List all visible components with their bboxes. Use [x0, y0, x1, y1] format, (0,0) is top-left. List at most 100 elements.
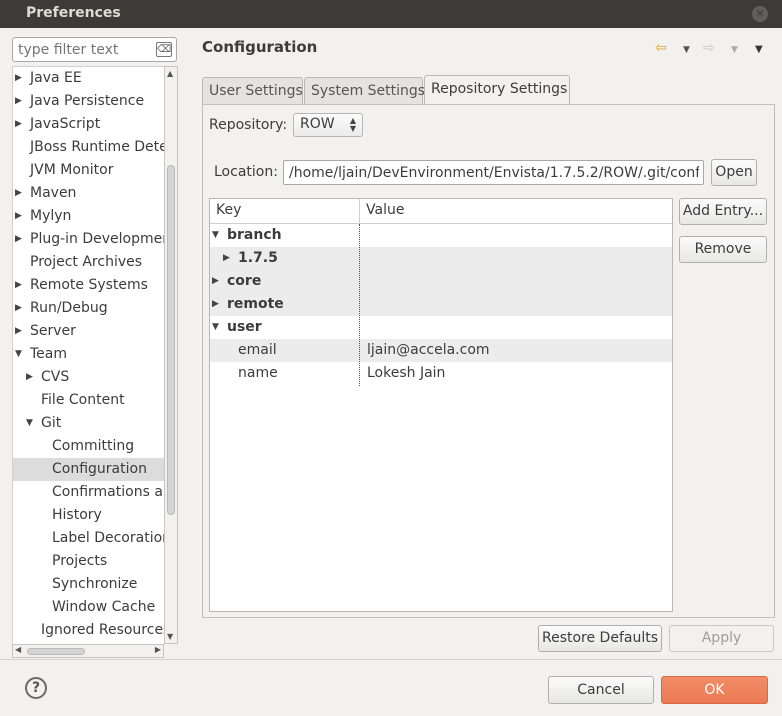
tree-item-label: Java EE: [30, 70, 82, 86]
collapsed-arrow-icon[interactable]: ▶: [15, 182, 25, 205]
repository-select[interactable]: ROW ▲ ▼: [293, 113, 363, 137]
repository-label: Repository:: [209, 117, 288, 133]
table-header: Key Value: [210, 199, 672, 224]
tree-item[interactable]: Configuration: [13, 458, 164, 481]
add-entry-button[interactable]: Add Entry...: [679, 198, 767, 225]
tree-item-label: Java Persistence: [30, 93, 145, 109]
collapsed-arrow-icon[interactable]: ▶: [212, 270, 219, 293]
tree-item[interactable]: ▼ Git: [13, 412, 164, 435]
column-header-value[interactable]: Value: [366, 202, 404, 218]
expanded-arrow-icon[interactable]: ▼: [15, 343, 25, 366]
collapsed-arrow-icon[interactable]: ▶: [26, 366, 36, 389]
hscroll-thumb[interactable]: [27, 648, 85, 655]
expanded-arrow-icon[interactable]: ▼: [26, 412, 36, 435]
table-row[interactable]: ▶ remote: [210, 293, 672, 316]
collapsed-arrow-icon[interactable]: ▶: [15, 90, 25, 113]
view-menu-icon[interactable]: ▼: [755, 44, 763, 55]
tab-repository-settings[interactable]: Repository Settings: [424, 75, 570, 104]
cancel-button[interactable]: Cancel: [548, 676, 654, 704]
table-row[interactable]: ▶ core: [210, 270, 672, 293]
expanded-arrow-icon[interactable]: ▼: [212, 316, 219, 339]
open-button[interactable]: Open: [711, 159, 757, 186]
filter-input[interactable]: [16, 40, 151, 59]
collapsed-arrow-icon[interactable]: ▶: [15, 297, 25, 320]
collapsed-arrow-icon[interactable]: ▶: [15, 274, 25, 297]
restore-defaults-button[interactable]: Restore Defaults: [538, 625, 662, 652]
config-table[interactable]: Key Value ▼ branch ▶ 1.7.5 ▶ core ▶ remote ▼ user…: [209, 198, 673, 612]
preferences-tree[interactable]: ▶ Java EE ▶ Java Persistence ▶ JavaScript JBos…: [12, 66, 164, 644]
collapsed-arrow-icon[interactable]: ▶: [15, 113, 25, 136]
repository-selected-value: ROW: [300, 116, 335, 132]
expanded-arrow-icon[interactable]: ▼: [212, 224, 219, 247]
location-field[interactable]: [283, 160, 704, 185]
scroll-thumb[interactable]: [167, 165, 175, 515]
tree-item-label: Projects: [52, 553, 108, 569]
column-separator[interactable]: [359, 199, 360, 223]
table-row[interactable]: name Lokesh Jain: [210, 362, 672, 385]
tree-item-label: Git: [41, 415, 62, 431]
tree-item[interactable]: ▶ Java EE: [13, 67, 164, 90]
tree-item[interactable]: ▶ Java Persistence: [13, 90, 164, 113]
scroll-right-icon[interactable]: ▶: [155, 645, 161, 654]
table-row[interactable]: ▶ 1.7.5: [210, 247, 672, 270]
back-arrow-icon[interactable]: ⇦: [655, 40, 667, 56]
cell-key: remote: [227, 296, 284, 312]
filter-field[interactable]: ⌫: [12, 37, 177, 62]
tree-item[interactable]: Synchronize: [13, 573, 164, 596]
collapsed-arrow-icon[interactable]: ▶: [15, 205, 25, 228]
tree-item[interactable]: Committing: [13, 435, 164, 458]
collapsed-arrow-icon[interactable]: ▶: [223, 247, 230, 270]
collapsed-arrow-icon[interactable]: ▶: [15, 228, 25, 251]
table-row[interactable]: ▼ branch: [210, 224, 672, 247]
help-icon[interactable]: ?: [25, 677, 47, 699]
table-row[interactable]: email ljain@accela.com: [210, 339, 672, 362]
window-titlebar: Preferences ✕: [0, 0, 782, 28]
tree-item[interactable]: JBoss Runtime Dete: [13, 136, 164, 159]
column-header-key[interactable]: Key: [216, 202, 241, 218]
clear-filter-icon[interactable]: ⌫: [156, 42, 172, 57]
tree-item[interactable]: ▶ Remote Systems: [13, 274, 164, 297]
tree-item[interactable]: Ignored Resources: [13, 619, 164, 642]
remove-button[interactable]: Remove: [679, 236, 767, 263]
tree-item[interactable]: ▶ CVS: [13, 366, 164, 389]
footer-divider: [0, 659, 782, 660]
tree-item-label: Window Cache: [52, 599, 156, 615]
tree-item[interactable]: History: [13, 504, 164, 527]
tree-item[interactable]: Project Archives: [13, 251, 164, 274]
close-icon[interactable]: ✕: [752, 6, 768, 22]
tree-vertical-scrollbar[interactable]: ▲ ▼: [164, 66, 178, 644]
collapsed-arrow-icon[interactable]: ▶: [15, 320, 25, 343]
scroll-up-icon[interactable]: ▲: [167, 69, 173, 78]
tree-item[interactable]: JVM Monitor: [13, 159, 164, 182]
tree-item[interactable]: ▶ Run/Debug: [13, 297, 164, 320]
tree-item[interactable]: ▶ Plug-in Developmen: [13, 228, 164, 251]
tree-horizontal-scrollbar[interactable]: ◀ ▶: [12, 644, 164, 658]
tree-item[interactable]: Confirmations ar: [13, 481, 164, 504]
table-row[interactable]: ▼ user: [210, 316, 672, 339]
tree-item[interactable]: ▶ Server: [13, 320, 164, 343]
tree-item-label: Run/Debug: [30, 300, 108, 316]
tree-item[interactable]: ▶ Mylyn: [13, 205, 164, 228]
tree-item-label: Label Decoration: [52, 530, 164, 546]
ok-button[interactable]: OK: [661, 676, 768, 704]
location-input[interactable]: [287, 163, 701, 182]
tree-item[interactable]: ▶ Maven: [13, 182, 164, 205]
tree-item[interactable]: File Content: [13, 389, 164, 412]
tree-item[interactable]: Window Cache: [13, 596, 164, 619]
tree-item-label: JVM Monitor: [30, 162, 114, 178]
tree-item-label: Project Archives: [30, 254, 143, 270]
collapsed-arrow-icon[interactable]: ▶: [212, 293, 219, 316]
tab-system-settings[interactable]: System Settings: [304, 77, 425, 104]
collapsed-arrow-icon[interactable]: ▶: [15, 67, 25, 90]
tree-item[interactable]: Projects: [13, 550, 164, 573]
tree-item[interactable]: ▶ JavaScript: [13, 113, 164, 136]
tree-item[interactable]: ▼ Team: [13, 343, 164, 366]
tab-user-settings[interactable]: User Settings: [202, 77, 303, 104]
scroll-down-icon[interactable]: ▼: [167, 632, 173, 641]
tree-item-label: Server: [30, 323, 76, 339]
back-dropdown-icon[interactable]: ▼: [683, 45, 690, 55]
tree-item[interactable]: Label Decoration: [13, 527, 164, 550]
scroll-left-icon[interactable]: ◀: [15, 645, 21, 654]
cell-key: branch: [227, 227, 282, 243]
cell-key: 1.7.5: [238, 250, 278, 266]
